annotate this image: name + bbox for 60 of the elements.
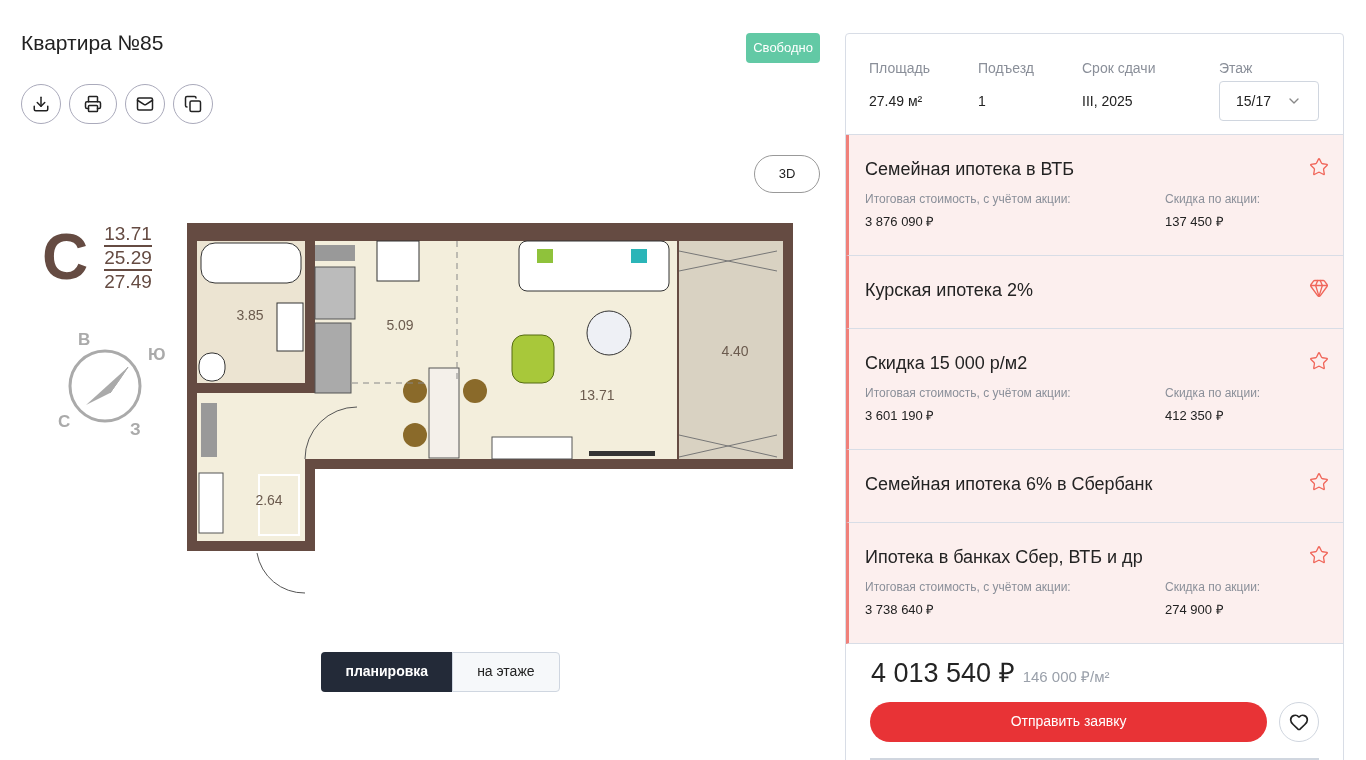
copy-icon xyxy=(184,94,202,113)
star-icon[interactable] xyxy=(1309,157,1329,177)
offer-price-label: Итоговая стоимость, с учётом акции: xyxy=(865,579,1072,596)
view-tab[interactable]: на этаже xyxy=(452,651,560,692)
submit-request-button[interactable]: Отправить заявку xyxy=(870,701,1268,742)
area-value: 25.29 xyxy=(104,246,152,271)
star-icon[interactable] xyxy=(1309,351,1329,371)
offer-price: 3 876 090 ₽ xyxy=(865,213,936,231)
offer-discount-label: Скидка по акции: xyxy=(1165,191,1261,208)
print-icon xyxy=(84,94,102,113)
area-value: 27.49 xyxy=(104,270,152,293)
compass-letter: Ю xyxy=(148,344,166,364)
offer-price-label: Итоговая стоимость, с учётом акции: xyxy=(865,385,1072,402)
download-icon xyxy=(32,94,50,113)
total-price: 4 013 540 ₽ xyxy=(871,657,1015,690)
offer-card[interactable]: Курская ипотека 2% xyxy=(846,256,1343,329)
offer-discount: 412 350 ₽ xyxy=(1165,407,1225,425)
area-value: 13.71 xyxy=(104,222,152,247)
spec-label: Срок сдачи xyxy=(1082,59,1157,78)
floor-label: Этаж xyxy=(1219,59,1254,78)
spec-value: 27.49 м² xyxy=(869,92,924,111)
offer-card[interactable]: Семейная ипотека в ВТБ Итоговая стоимость, с учётом акции: 3 876 090 ₽ Скидка по акции: 137 450 ₽ xyxy=(846,135,1343,256)
compass-letter: С xyxy=(58,411,71,431)
star-icon[interactable] xyxy=(1309,472,1329,492)
offer-card[interactable]: Скидка 15 000 р/м2 Итоговая стоимость, с учётом акции: 3 601 190 ₽ Скидка по акции: 412 350 ₽ xyxy=(846,329,1343,450)
offer-discount-label: Скидка по акции: xyxy=(1165,579,1261,596)
offer-discount: 137 450 ₽ xyxy=(1165,213,1225,231)
room-area-label: 4.40 xyxy=(721,342,749,359)
offer-title: Семейная ипотека 6% в Сбербанк xyxy=(865,473,1153,496)
offer-price: 3 738 640 ₽ xyxy=(865,601,936,619)
room-area-label: 2.64 xyxy=(255,491,283,508)
offer-title: Семейная ипотека в ВТБ xyxy=(865,158,1075,181)
offer-card[interactable]: Семейная ипотека 6% в Сбербанк xyxy=(846,450,1343,523)
offer-discount-label: Скидка по акции: xyxy=(1165,385,1261,402)
gem-icon xyxy=(1309,278,1329,298)
room-area-label: 5.09 xyxy=(386,316,414,333)
spec-value: 1 xyxy=(978,92,987,111)
price-per-m2: 146 000 ₽/м² xyxy=(1022,667,1110,687)
offer-price-label: Итоговая стоимость, с учётом акции: xyxy=(865,191,1072,208)
room-area-label: 3.85 xyxy=(236,306,264,323)
spec-label: Площадь xyxy=(869,59,931,78)
heart-icon xyxy=(1289,711,1310,732)
offer-title: Ипотека в банках Сбер, ВТБ и др xyxy=(865,546,1143,569)
compass-letter: В xyxy=(78,329,91,349)
offer-discount: 274 900 ₽ xyxy=(1165,601,1225,619)
offer-title: Скидка 15 000 р/м2 xyxy=(865,352,1028,375)
apartment-title: Квартира №85 xyxy=(21,30,164,56)
compass-letter: З xyxy=(130,419,141,439)
floor-select[interactable]: 15/17 xyxy=(1219,81,1319,121)
offer-card[interactable]: Ипотека в банках Сбер, ВТБ и др Итоговая стоимость, с учётом акции: 3 738 640 ₽ Скидка по акции: 274 900 ₽ xyxy=(846,523,1343,644)
room-area-label: 13.71 xyxy=(579,386,615,403)
view-tab[interactable]: планировка xyxy=(321,651,453,692)
offer-price: 3 601 190 ₽ xyxy=(865,407,936,425)
spec-label: Подъезд xyxy=(978,59,1035,78)
spec-value: III, 2025 xyxy=(1082,92,1134,111)
star-icon[interactable] xyxy=(1309,545,1329,565)
offer-title: Курская ипотека 2% xyxy=(865,279,1034,302)
status-badge: Свободно xyxy=(746,33,820,63)
mail-icon xyxy=(136,94,154,113)
room-type-letter: С xyxy=(42,224,89,289)
